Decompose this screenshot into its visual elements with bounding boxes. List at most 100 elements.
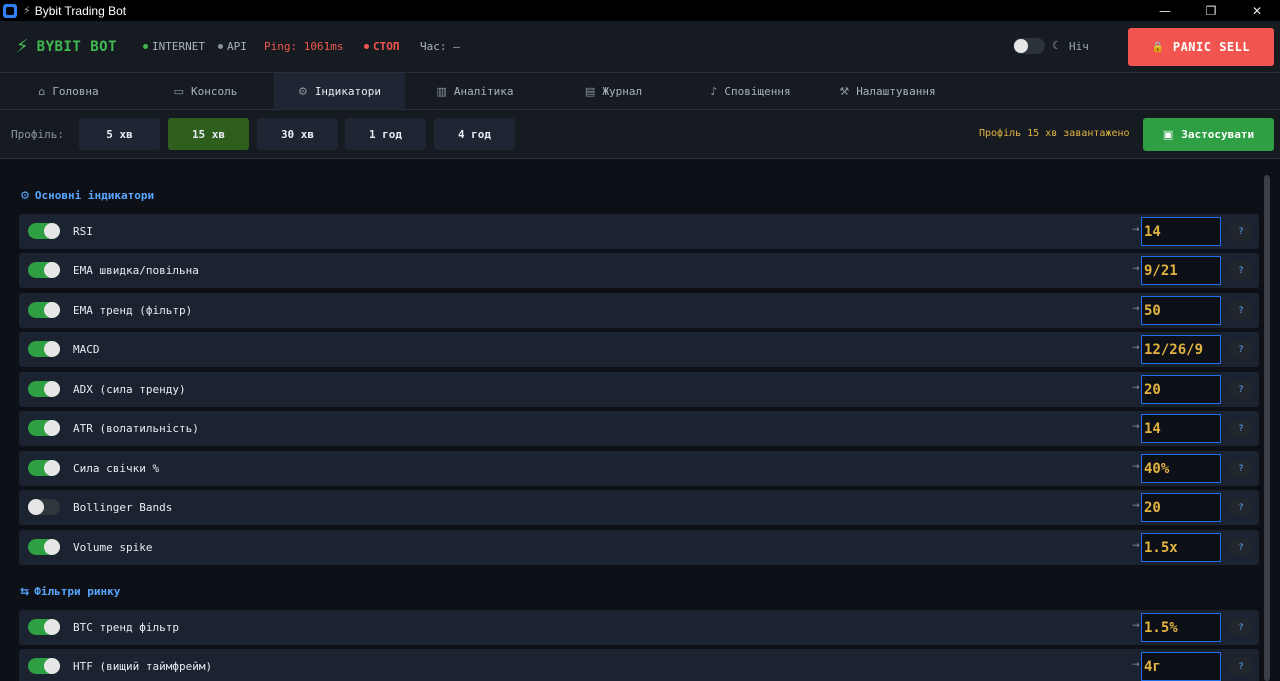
tab-console[interactable]: ▭ Консоль	[137, 73, 274, 109]
help-button[interactable]: ?	[1229, 419, 1253, 438]
toggle-knob	[44, 223, 60, 239]
profile-bar: Профіль: 5 хв 15 хв 30 хв 1 год 4 год Пр…	[0, 110, 1280, 159]
help-button[interactable]: ?	[1229, 340, 1253, 359]
indicator-value-input[interactable]: 20	[1141, 493, 1221, 522]
filter-value-input[interactable]: 4г	[1141, 652, 1221, 681]
help-button[interactable]: ?	[1229, 538, 1253, 557]
indicator-value-input[interactable]: 40%	[1141, 454, 1221, 483]
home-icon: ⌂	[38, 84, 46, 98]
help-button[interactable]: ?	[1229, 618, 1253, 637]
wrench-icon: ⚒	[839, 84, 850, 98]
arrow-right-icon: →	[1132, 462, 1140, 472]
tab-label: Індикатори	[314, 84, 382, 98]
status-dot-icon	[364, 44, 369, 49]
help-button[interactable]: ?	[1229, 380, 1253, 399]
tab-indicators[interactable]: ⚙ Індикатори	[274, 73, 405, 109]
save-icon: ▣	[1162, 128, 1174, 141]
help-button[interactable]: ?	[1229, 222, 1253, 241]
status-dot-icon	[218, 44, 223, 49]
scrollbar[interactable]	[1264, 175, 1270, 681]
night-label: Ніч	[1069, 40, 1089, 53]
indicator-toggle[interactable]	[28, 302, 60, 318]
indicator-value-input[interactable]: 50	[1141, 296, 1221, 325]
tab-label: Налаштування	[856, 84, 936, 98]
profile-15m-button[interactable]: 15 хв	[168, 118, 249, 150]
section-market-filters: ⇆ Фільтри ринку	[20, 585, 120, 598]
tab-settings[interactable]: ⚒ Налаштування	[819, 73, 956, 109]
indicator-value-input[interactable]: 12/26/9	[1141, 335, 1221, 364]
indicator-row-candle-strength: Сила свічки % → 40% ?	[19, 451, 1259, 486]
toggle-knob	[44, 302, 60, 318]
close-button[interactable]: ✕	[1234, 0, 1280, 21]
help-button[interactable]: ?	[1229, 261, 1253, 280]
indicator-toggle[interactable]	[28, 341, 60, 357]
indicator-label: EMA тренд (фільтр)	[73, 304, 193, 317]
indicator-value-input[interactable]: 14	[1141, 217, 1221, 246]
filter-toggle[interactable]	[28, 658, 60, 674]
arrow-right-icon: →	[1132, 541, 1140, 551]
help-button[interactable]: ?	[1229, 657, 1253, 676]
help-button[interactable]: ?	[1229, 459, 1253, 478]
indicator-label: EMA швидка/повільна	[73, 264, 199, 277]
indicator-label: Volume spike	[73, 541, 153, 554]
profile-30m-button[interactable]: 30 хв	[257, 118, 338, 150]
indicator-label: RSI	[73, 225, 93, 238]
indicator-row-ema-trend: EMA тренд (фільтр) → 50 ?	[19, 293, 1259, 328]
indicator-toggle[interactable]	[28, 460, 60, 476]
indicator-value-input[interactable]: 20	[1141, 375, 1221, 404]
help-button[interactable]: ?	[1229, 498, 1253, 517]
help-button[interactable]: ?	[1229, 301, 1253, 320]
indicator-value-input[interactable]: 1.5x	[1141, 533, 1221, 562]
profile-status: Профіль 15 хв завантажено	[979, 128, 1130, 139]
indicator-value-input[interactable]: 14	[1141, 414, 1221, 443]
filter-icon: ⇆	[20, 585, 30, 598]
minimize-button[interactable]: —	[1142, 0, 1188, 21]
indicator-label: ATR (волатильність)	[73, 422, 199, 435]
tab-analytics[interactable]: ▥ Аналітика	[405, 73, 545, 109]
stop-label: СТОП	[373, 40, 400, 53]
night-mode-toggle[interactable]	[1013, 38, 1045, 54]
filter-toggle[interactable]	[28, 619, 60, 635]
tab-label: Консоль	[191, 84, 238, 98]
indicator-toggle[interactable]	[28, 262, 60, 278]
internet-label: INTERNET	[152, 40, 205, 53]
tab-notifications[interactable]: ♪ Сповіщення	[682, 73, 819, 109]
profile-4h-button[interactable]: 4 год	[434, 118, 515, 150]
arrow-right-icon: →	[1132, 304, 1140, 314]
profile-5m-button[interactable]: 5 хв	[79, 118, 160, 150]
bolt-icon: ⚡	[23, 4, 31, 17]
indicator-row-rsi: RSI → 14 ?	[19, 214, 1259, 249]
restore-button[interactable]: ❐	[1188, 0, 1234, 21]
arrow-right-icon: →	[1132, 383, 1140, 393]
brand-name: BYBIT BOT	[36, 38, 117, 55]
window-titlebar: ⚡ Bybit Trading Bot — ❐ ✕	[0, 0, 1280, 21]
indicator-toggle[interactable]	[28, 381, 60, 397]
tab-journal[interactable]: ▤ Журнал	[545, 73, 682, 109]
indicator-toggle[interactable]	[28, 499, 60, 515]
filter-value-input[interactable]: 1.5%	[1141, 613, 1221, 642]
toggle-knob	[44, 460, 60, 476]
apply-button[interactable]: ▣ Застосувати	[1143, 118, 1274, 151]
console-icon: ▭	[173, 84, 185, 98]
indicator-value-input[interactable]: 9/21	[1141, 256, 1221, 285]
indicator-row-atr: ATR (волатильність) → 14 ?	[19, 411, 1259, 446]
tab-home[interactable]: ⌂ Головна	[0, 73, 137, 109]
indicator-row-ema-fast-slow: EMA швидка/повільна → 9/21 ?	[19, 253, 1259, 288]
profile-1h-button[interactable]: 1 год	[345, 118, 426, 150]
moon-icon: ☾	[1052, 39, 1062, 52]
stop-status: СТОП	[364, 40, 400, 53]
api-status: API	[218, 40, 247, 53]
indicator-toggle[interactable]	[28, 539, 60, 555]
toggle-knob	[44, 539, 60, 555]
gear-icon: ⚙	[297, 84, 308, 98]
journal-icon: ▤	[584, 84, 596, 98]
panic-sell-button[interactable]: 🔒 PANIC SELL	[1128, 28, 1274, 66]
indicator-row-volume-spike: Volume spike → 1.5x ?	[19, 530, 1259, 565]
bar-chart-icon: ▥	[436, 84, 447, 98]
indicator-toggle[interactable]	[28, 223, 60, 239]
window-title: Bybit Trading Bot	[34, 3, 127, 18]
settings-icon: ⚙	[20, 189, 30, 202]
toggle-knob	[44, 381, 60, 397]
indicator-toggle[interactable]	[28, 420, 60, 436]
indicator-label: MACD	[73, 343, 100, 356]
